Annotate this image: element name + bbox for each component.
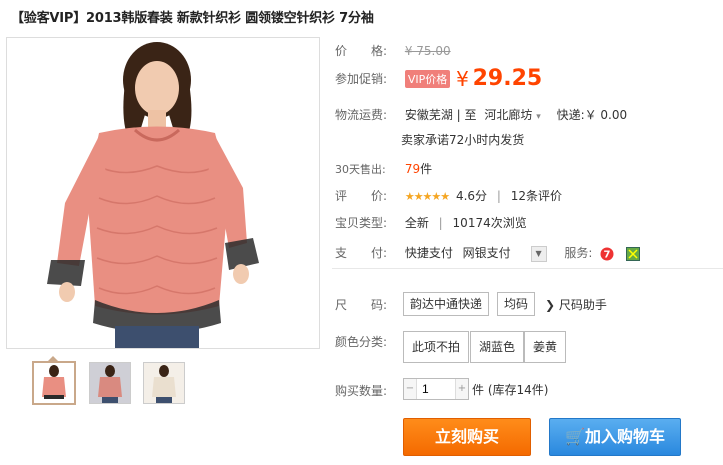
- thumbnail-2[interactable]: [89, 362, 131, 404]
- size-option-1[interactable]: 韵达中通快递: [403, 292, 490, 316]
- rating-label: 评 价:: [335, 189, 388, 203]
- size-helper-label: 尺码助手: [558, 298, 607, 312]
- rating-row: 评 价: ★★★★★ 4.6分 | 12条评价: [335, 189, 563, 203]
- size-helper-link[interactable]: ❯ 尺码助手: [545, 296, 607, 313]
- type-value: 全新: [404, 216, 429, 230]
- type-label: 宝贝类型:: [335, 216, 388, 230]
- shipping-to-label: | 至: [456, 108, 477, 122]
- payment-method-bank: 网银支付: [462, 246, 511, 260]
- stock-info: 件 (库存14件): [472, 381, 548, 398]
- rating-stars-icon: ★★★★★: [404, 190, 450, 203]
- view-count: 10174次浏览: [452, 216, 527, 230]
- color-label-row: 颜色分类:: [335, 333, 401, 350]
- quantity-label-row: 购买数量:: [335, 382, 401, 399]
- destination-dropdown-icon[interactable]: ▾: [536, 112, 541, 122]
- svg-text:7: 7: [604, 249, 611, 260]
- shipping-from: 安徽芜湖: [404, 108, 453, 122]
- shipping-label: 物流运费:: [335, 108, 388, 122]
- thumbnail-3[interactable]: [143, 362, 185, 404]
- quantity-unit: 件: [472, 383, 485, 397]
- payment-dropdown-icon[interactable]: ▼: [530, 245, 547, 262]
- promo-row: 参加促销: VIP价格 ¥ 29.25: [335, 66, 542, 91]
- payment-row: 支 付: 快捷支付 网银支付 ▼ 服务: 7: [335, 244, 641, 262]
- add-to-cart-label: 加入购物车: [584, 427, 665, 446]
- rating-score: 4.6分: [455, 189, 488, 203]
- promo-price: 29.25: [472, 66, 543, 91]
- stock-count: (库存14件): [487, 383, 549, 397]
- color-label: 颜色分类:: [335, 335, 388, 349]
- express-fee: 快递:￥ 0.00: [556, 108, 628, 122]
- seven-day-return-icon[interactable]: 7: [600, 247, 614, 261]
- shipping-destination[interactable]: 河北廊坊: [484, 108, 532, 122]
- promo-currency: ¥: [456, 66, 469, 91]
- guarantee-icon[interactable]: [626, 246, 641, 261]
- sales-row: 30天售出: 79件: [335, 160, 432, 177]
- review-count-link[interactable]: 12条评价: [511, 189, 562, 203]
- vip-price-badge: VIP价格: [404, 69, 451, 88]
- color-option-3[interactable]: 姜黄: [524, 331, 567, 363]
- decrement-button[interactable]: −: [404, 379, 417, 399]
- shipping-promise: 卖家承诺72小时内发货: [401, 133, 525, 147]
- main-product-image[interactable]: [6, 37, 320, 349]
- cart-icon: 🛒: [565, 427, 585, 446]
- size-label-row: 尺 码:: [335, 296, 401, 313]
- original-price: ¥ 75.00: [404, 44, 451, 58]
- sales-label: 30天售出:: [335, 163, 386, 176]
- color-option-2[interactable]: 湖蓝色: [470, 331, 525, 363]
- type-row: 宝贝类型: 全新 | 10174次浏览: [335, 216, 527, 230]
- payment-label: 支 付:: [335, 246, 388, 260]
- thumbnail-1[interactable]: [32, 361, 76, 405]
- size-option-2[interactable]: 均码: [497, 292, 536, 316]
- buy-now-button[interactable]: 立刻购买: [403, 418, 531, 456]
- add-to-cart-button[interactable]: 🛒加入购物车: [549, 418, 681, 456]
- product-title: 【验客VIP】2013韩版春装 新款针织衫 圆领镂空针织衫 7分袖: [11, 11, 374, 26]
- size-label: 尺 码:: [335, 298, 388, 312]
- promo-label: 参加促销:: [335, 72, 388, 86]
- quantity-stepper: − +: [403, 378, 469, 400]
- payment-method-quick: 快捷支付: [404, 246, 453, 260]
- sales-unit: 件: [420, 162, 433, 176]
- shipping-row: 物流运费: 安徽芜湖 | 至 河北廊坊 ▾ 快递:￥ 0.00: [335, 106, 627, 123]
- price-label: 价 格:: [335, 44, 388, 58]
- quantity-input[interactable]: [418, 379, 454, 399]
- quantity-label: 购买数量:: [335, 384, 388, 398]
- increment-button[interactable]: +: [455, 379, 468, 399]
- service-label: 服务:: [564, 246, 593, 260]
- divider: [332, 268, 723, 269]
- sales-count: 79: [404, 162, 421, 176]
- chevron-right-icon: ❯: [545, 298, 556, 312]
- price-row: 价 格: ¥ 75.00: [335, 42, 451, 59]
- color-option-1[interactable]: 此项不拍: [403, 331, 470, 363]
